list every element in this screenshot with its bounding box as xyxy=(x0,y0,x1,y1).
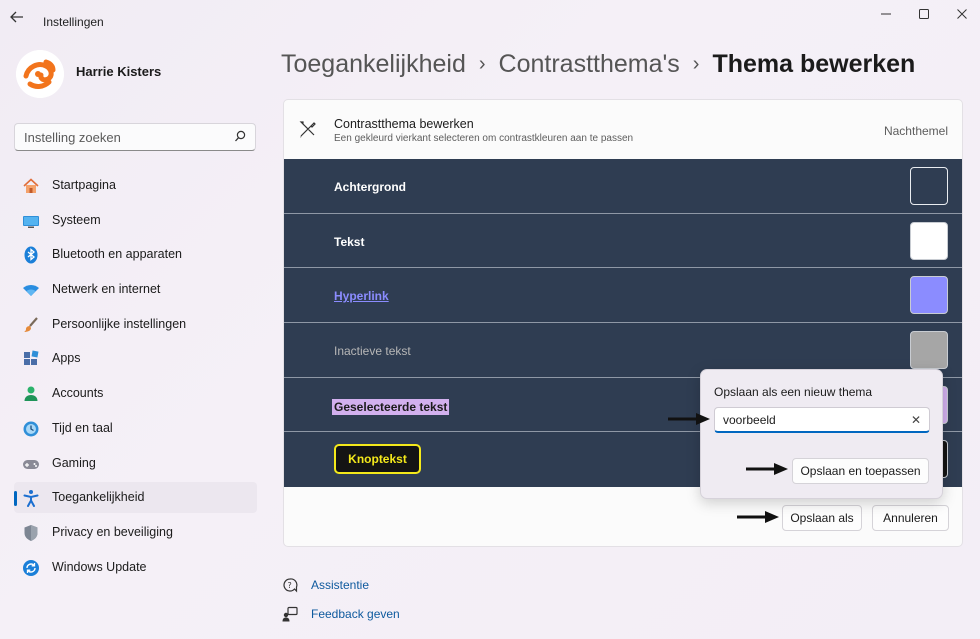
sidebar-item-apps[interactable]: Apps xyxy=(14,343,257,374)
panel-header: Contrastthema bewerken Een gekleurd vier… xyxy=(284,100,962,159)
arrow-annotation-icon xyxy=(668,412,712,426)
save-as-button[interactable]: Opslaan als xyxy=(782,505,862,531)
save-as-flyout: Opslaan als een nieuw thema ✕ Opslaan en… xyxy=(700,369,943,499)
color-row-achtergrond: Achtergrond xyxy=(284,159,962,214)
theme-name: Nachthemel xyxy=(883,124,948,138)
sidebar-item-toegankelijkheid[interactable]: Toegankelijkheid xyxy=(14,482,257,514)
breadcrumb: Toegankelijkheid › Contrastthema's › Thema b… xyxy=(281,50,915,79)
row-label-knoptekst: Knoptekst xyxy=(334,444,421,475)
svg-text:?: ? xyxy=(288,581,292,590)
sidebar-item-netwerk[interactable]: Netwerk en internet xyxy=(14,274,257,305)
sidebar-item-gaming[interactable]: Gaming xyxy=(14,448,257,479)
person-icon xyxy=(22,385,40,403)
search-icon xyxy=(234,130,246,144)
page-title: Thema bewerken xyxy=(712,50,916,78)
arrow-annotation-icon xyxy=(737,510,781,524)
title-bar: Instellingen xyxy=(0,0,980,34)
swatch-tekst[interactable] xyxy=(910,221,948,260)
app-title: Instellingen xyxy=(43,15,104,29)
user-name: Harrie Kisters xyxy=(76,64,162,79)
feedback-icon xyxy=(282,606,298,622)
sidebar-item-accounts[interactable]: Accounts xyxy=(14,378,257,409)
swatch-achtergrond[interactable] xyxy=(910,167,948,205)
sidebar-item-persoonlijke-instellingen[interactable]: Persoonlijke instellingen xyxy=(14,309,257,340)
theme-name-field[interactable]: ✕ xyxy=(714,407,930,433)
cancel-button[interactable]: Annuleren xyxy=(872,505,949,531)
swatch-inactieve-tekst[interactable] xyxy=(910,331,948,370)
minimize-icon[interactable] xyxy=(876,8,896,24)
maximize-icon[interactable] xyxy=(914,8,934,24)
shield-icon xyxy=(22,524,40,542)
breadcrumb-toegankelijkheid[interactable]: Toegankelijkheid xyxy=(281,50,466,78)
paintbrush-icon xyxy=(22,316,40,334)
save-and-apply-button[interactable]: Opslaan en toepassen xyxy=(792,458,929,484)
globe-clock-icon xyxy=(22,420,40,438)
swatch-hyperlink[interactable] xyxy=(910,276,948,315)
close-icon[interactable] xyxy=(952,8,972,24)
search-box[interactable] xyxy=(14,123,256,151)
sidebar-item-systeem[interactable]: Systeem xyxy=(14,205,257,236)
clear-icon[interactable]: ✕ xyxy=(911,413,921,427)
row-label-geselecteerde-tekst: Geselecteerde tekst xyxy=(332,398,450,415)
wifi-icon xyxy=(22,281,40,299)
flyout-title: Opslaan als een nieuw thema xyxy=(714,385,873,399)
row-label-tekst: Tekst xyxy=(334,234,365,249)
color-row-tekst: Tekst xyxy=(284,213,962,269)
sidebar-item-bluetooth[interactable]: Bluetooth en apparaten xyxy=(14,239,257,270)
row-label-inactieve-tekst: Inactieve tekst xyxy=(334,344,411,359)
row-label-hyperlink: Hyperlink xyxy=(334,289,389,304)
help-chat-icon: ? xyxy=(282,577,298,593)
color-row-hyperlink: Hyperlink xyxy=(284,268,962,324)
accessibility-icon xyxy=(22,489,40,508)
sidebar-item-windows-update[interactable]: Windows Update xyxy=(14,552,257,583)
panel-subtitle: Een gekleurd vierkant selecteren om cont… xyxy=(334,133,634,144)
sidebar-item-tijd-en-taal[interactable]: Tijd en taal xyxy=(14,413,257,444)
monitor-icon xyxy=(22,212,40,230)
apps-icon xyxy=(22,350,40,368)
settings-window: Instellingen Harrie Kisters St xyxy=(0,0,980,639)
update-icon xyxy=(22,559,40,577)
home-icon xyxy=(22,177,40,195)
avatar[interactable] xyxy=(16,50,64,98)
breadcrumb-contrastthemas[interactable]: Contrastthema's xyxy=(499,50,680,78)
back-arrow-icon[interactable] xyxy=(10,10,30,26)
bluetooth-icon xyxy=(22,246,40,264)
breadcrumb-separator: › xyxy=(692,53,700,75)
sidebar-nav: Startpagina Systeem Bluetooth en apparat… xyxy=(14,170,257,586)
sidebar-item-startpagina[interactable]: Startpagina xyxy=(14,170,257,201)
theme-name-input[interactable] xyxy=(723,413,893,427)
search-input[interactable] xyxy=(24,130,224,145)
breadcrumb-separator: › xyxy=(478,53,486,75)
gamepad-icon xyxy=(22,455,40,473)
sidebar-item-privacy[interactable]: Privacy en beveiliging xyxy=(14,517,257,548)
panel-title: Contrastthema bewerken xyxy=(334,117,474,131)
brush-pen-icon xyxy=(298,119,318,139)
row-label-achtergrond: Achtergrond xyxy=(334,180,406,194)
arrow-annotation-icon xyxy=(746,462,790,476)
